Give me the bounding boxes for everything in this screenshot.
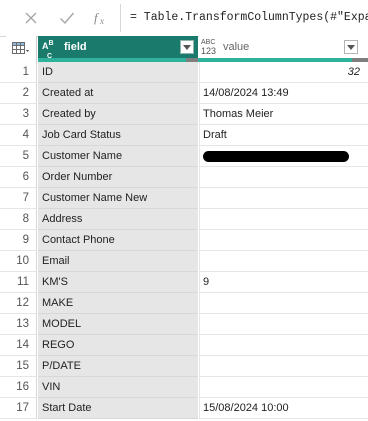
field-cell[interactable]: Order Number xyxy=(38,167,198,188)
row-number: 3 xyxy=(0,104,37,125)
value-cell[interactable]: Draft xyxy=(199,125,368,146)
chevron-down-icon xyxy=(347,44,355,50)
table-row: 12 MAKE xyxy=(0,293,368,314)
formula-bar: f x = Table.TransformColumnTypes(#"Expan xyxy=(0,0,368,37)
row-number: 16 xyxy=(0,377,37,398)
value-cell[interactable] xyxy=(199,314,368,335)
field-cell[interactable]: KM'S xyxy=(38,272,198,293)
value-cell[interactable]: 14/08/2024 13:49 xyxy=(199,83,368,104)
value-cell[interactable] xyxy=(199,377,368,398)
table-row: 5 Customer Name xyxy=(0,146,368,167)
value-cell[interactable]: 32 xyxy=(199,62,368,83)
table-row: 8 Address xyxy=(0,209,368,230)
value-cell[interactable] xyxy=(199,188,368,209)
svg-text:x: x xyxy=(99,16,104,26)
row-number: 8 xyxy=(0,209,37,230)
row-number: 10 xyxy=(0,251,37,272)
redaction-bar xyxy=(203,151,349,162)
formula-separator xyxy=(120,4,121,32)
value-cell[interactable]: Thomas Meier xyxy=(199,104,368,125)
column-header-row: AB C field ABC 123 value xyxy=(0,36,368,62)
row-number: 17 xyxy=(0,398,37,419)
table-row: 10 Email xyxy=(0,251,368,272)
row-number: 13 xyxy=(0,314,37,335)
field-cell[interactable]: Customer Name New xyxy=(38,188,198,209)
formula-input[interactable]: = Table.TransformColumnTypes(#"Expan xyxy=(130,11,368,24)
confirm-check-icon[interactable] xyxy=(56,7,78,29)
field-cell[interactable]: ID xyxy=(38,62,198,83)
table-row: 11 KM'S 9 xyxy=(0,272,368,293)
field-cell[interactable]: Start Date xyxy=(38,398,198,419)
row-number: 9 xyxy=(0,230,37,251)
field-cell[interactable]: Job Card Status xyxy=(38,125,198,146)
row-number: 6 xyxy=(0,167,37,188)
table-row: 6 Order Number xyxy=(0,167,368,188)
field-cell[interactable]: Created at xyxy=(38,83,198,104)
field-cell[interactable]: Contact Phone xyxy=(38,230,198,251)
table-row: 4 Job Card Status Draft xyxy=(0,125,368,146)
field-cell[interactable]: REGO xyxy=(38,335,198,356)
column-name-field: field xyxy=(64,41,87,53)
filter-dropdown-button[interactable] xyxy=(344,40,358,54)
field-cell[interactable]: MAKE xyxy=(38,293,198,314)
row-number: 15 xyxy=(0,356,37,377)
table-row: 7 Customer Name New xyxy=(0,188,368,209)
value-cell[interactable] xyxy=(199,335,368,356)
row-number: 7 xyxy=(0,188,37,209)
value-cell[interactable] xyxy=(199,230,368,251)
table-row: 15 P/DATE xyxy=(0,356,368,377)
field-cell[interactable]: Address xyxy=(38,209,198,230)
row-number: 5 xyxy=(0,146,37,167)
value-cell[interactable] xyxy=(199,293,368,314)
table-row: 2 Created at 14/08/2024 13:49 xyxy=(0,83,368,104)
value-cell[interactable] xyxy=(199,356,368,377)
field-cell[interactable]: MODEL xyxy=(38,314,198,335)
field-cell[interactable]: Customer Name xyxy=(38,146,198,167)
field-cell[interactable]: VIN xyxy=(38,377,198,398)
insert-function-icon[interactable]: f x xyxy=(90,7,112,29)
field-cell[interactable]: Email xyxy=(38,251,198,272)
table-row: 16 VIN xyxy=(0,377,368,398)
any-type-icon[interactable]: ABC 123 xyxy=(201,39,216,57)
table-row: 13 MODEL xyxy=(0,314,368,335)
row-number: 11 xyxy=(0,272,37,293)
table-menu-button[interactable] xyxy=(6,36,37,62)
value-cell[interactable] xyxy=(199,209,368,230)
value-cell[interactable]: 15/08/2024 10:00 xyxy=(199,398,368,419)
chevron-down-icon xyxy=(183,44,191,50)
value-cell[interactable] xyxy=(199,251,368,272)
row-number: 1 xyxy=(0,62,37,83)
cancel-icon[interactable] xyxy=(20,7,42,29)
table-row: 14 REGO xyxy=(0,335,368,356)
column-header-field[interactable]: AB C field xyxy=(38,36,198,60)
table-icon xyxy=(12,42,29,54)
row-number: 4 xyxy=(0,125,37,146)
value-cell[interactable] xyxy=(199,146,368,167)
table-row: 17 Start Date 15/08/2024 10:00 xyxy=(0,398,368,419)
row-number: 12 xyxy=(0,293,37,314)
table-row: 3 Created by Thomas Meier xyxy=(0,104,368,125)
row-number: 2 xyxy=(0,83,37,104)
column-header-value[interactable]: ABC 123 value xyxy=(199,36,368,59)
value-cell[interactable] xyxy=(199,167,368,188)
column-name-value: value xyxy=(223,41,250,53)
table-row: 1 ID 32 xyxy=(0,62,368,83)
value-cell[interactable]: 9 xyxy=(199,272,368,293)
field-cell[interactable]: P/DATE xyxy=(38,356,198,377)
field-cell[interactable]: Created by xyxy=(38,104,198,125)
filter-dropdown-button[interactable] xyxy=(180,40,194,54)
table-row: 9 Contact Phone xyxy=(0,230,368,251)
row-number: 14 xyxy=(0,335,37,356)
